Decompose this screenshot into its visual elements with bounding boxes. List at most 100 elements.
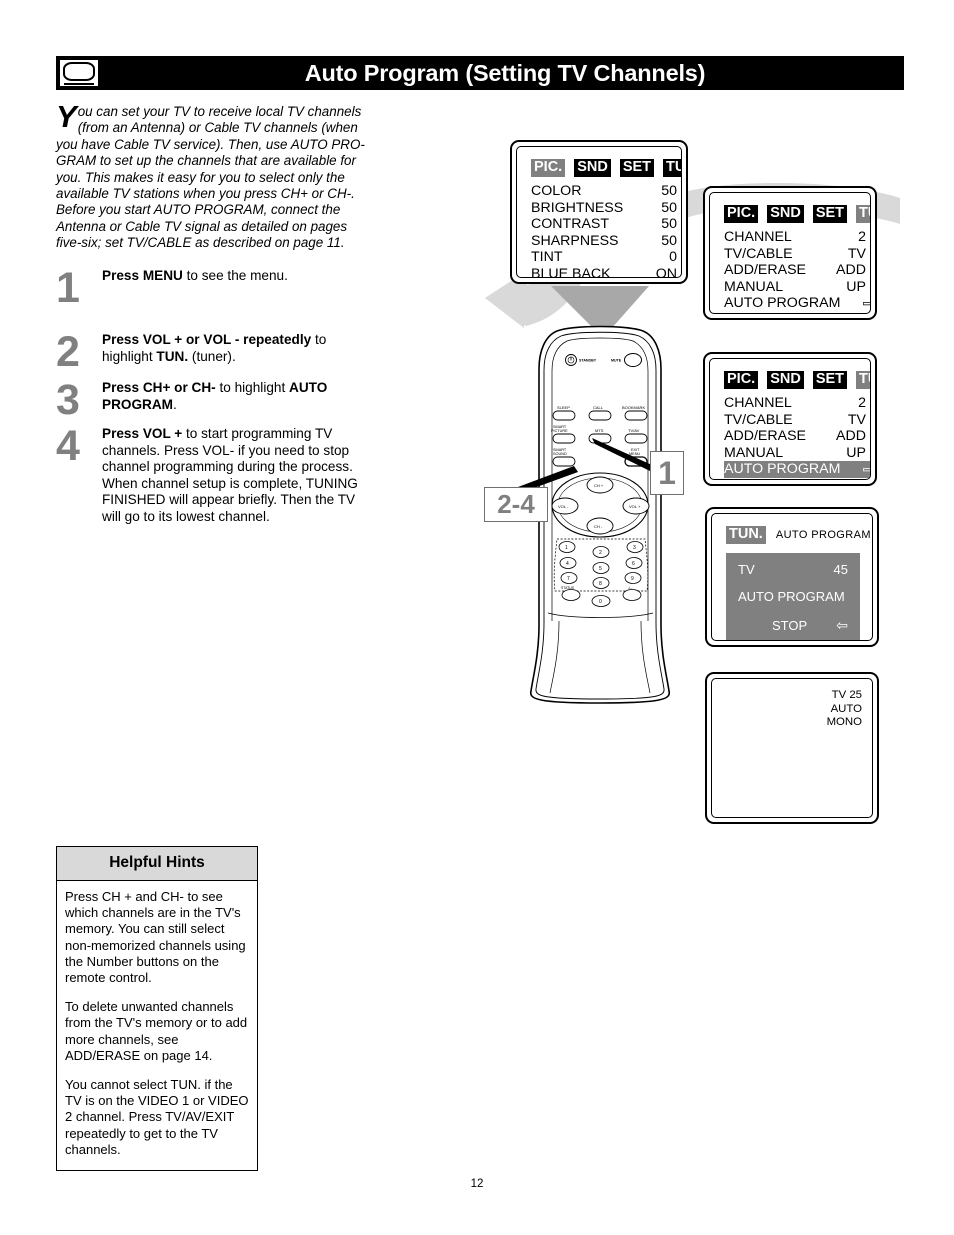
menu-row-channel[interactable]: CHANNEL 2 bbox=[724, 395, 870, 412]
auto-program-title: AUTO PROGRAM bbox=[775, 529, 871, 541]
remote-label-call: CALL bbox=[593, 405, 604, 410]
step-3-body: Press CH+ or CH- to highlight AUTO PROGR… bbox=[102, 380, 376, 413]
menu-value-tv-cable: TV bbox=[847, 245, 866, 262]
callout-step-1: 1 bbox=[650, 451, 684, 495]
step-4-bold: Press VOL + bbox=[102, 426, 183, 441]
auto-program-header: TUN. AUTO PROGRAM bbox=[712, 514, 872, 544]
tab-pic[interactable]: PIC. bbox=[724, 205, 759, 223]
menu-label-manual: MANUAL bbox=[724, 444, 784, 461]
menu-label-sharpness: SHARPNESS bbox=[531, 232, 619, 249]
hint-paragraph-2: To delete unwanted channels from the TV'… bbox=[65, 999, 248, 1063]
step-3-bold-1: Press CH+ or CH- bbox=[102, 380, 216, 395]
page-title: Auto Program (Setting TV Channels) bbox=[304, 60, 706, 86]
svg-text:9: 9 bbox=[631, 576, 634, 582]
menu-row-brightness[interactable]: BRIGHTNESS 50 bbox=[531, 200, 681, 217]
tab-tun[interactable]: TUN. bbox=[856, 371, 870, 389]
step-2: 2 Press VOL + or VOL - repeatedly to hig… bbox=[56, 328, 376, 376]
osd-line-channel: TV 25 bbox=[831, 689, 862, 701]
menu-row-color[interactable]: COLOR 50 bbox=[531, 183, 681, 200]
tv-screen-auto-program-inner: TUN. AUTO PROGRAM TV 45 AUTO PROGRAM STO… bbox=[711, 513, 873, 641]
tv-screen-tuner-menu-highlighted: PIC. SND SET TUN. CHANNEL 2 TV/CABLE TV … bbox=[703, 352, 877, 486]
menu-value-blue-back: ON bbox=[655, 265, 677, 278]
menu-value-sharpness: 50 bbox=[661, 232, 677, 249]
remote-standby-label: STANDBY bbox=[579, 359, 597, 363]
menu-row-add-erase[interactable]: ADD/ERASE ADD bbox=[724, 428, 870, 445]
tab-snd[interactable]: SND bbox=[767, 371, 804, 389]
step-4-number: 4 bbox=[56, 422, 80, 470]
step-2-rest-2: (tuner). bbox=[188, 348, 236, 364]
menu-label-channel: CHANNEL bbox=[724, 395, 792, 411]
intro-text: ou can set your TV to receive local TV c… bbox=[56, 104, 365, 251]
step-3: 3 Press CH+ or CH- to highlight AUTO PRO… bbox=[56, 379, 376, 422]
step-1-body: Press MENU to see the menu. bbox=[102, 268, 376, 285]
svg-text:3: 3 bbox=[633, 545, 636, 551]
tab-set[interactable]: SET bbox=[812, 205, 848, 223]
tv-screen-tuner-hl-inner: PIC. SND SET TUN. CHANNEL 2 TV/CABLE TV … bbox=[709, 358, 871, 480]
auto-program-stop-label: STOP bbox=[772, 618, 808, 633]
svg-text:5: 5 bbox=[599, 566, 602, 572]
step-2-number: 2 bbox=[56, 328, 80, 376]
menu-row-tv-cable[interactable]: TV/CABLE TV bbox=[724, 246, 870, 263]
svg-text:8: 8 bbox=[599, 581, 602, 587]
menu-row-tint[interactable]: TINT 0 bbox=[531, 249, 681, 266]
step-1: 1 Press MENU to see the menu. bbox=[56, 267, 376, 310]
menu-label-channel: CHANNEL bbox=[724, 229, 792, 245]
menu-tab-bar-tuner-hl: PIC. SND SET TUN. bbox=[710, 359, 870, 389]
picture-menu-rows: COLOR 50 BRIGHTNESS 50 CONTRAST 50 SHARP… bbox=[517, 177, 681, 278]
menu-row-auto-program[interactable]: AUTO PROGRAM ⇨ bbox=[724, 295, 870, 312]
tab-tun[interactable]: TUN. bbox=[726, 526, 766, 544]
menu-label-brightness: BRIGHTNESS bbox=[531, 199, 624, 216]
menu-label-auto-program: AUTO PROGRAM bbox=[724, 295, 841, 312]
svg-text:2: 2 bbox=[599, 550, 602, 556]
menu-value-channel: 2 bbox=[858, 395, 866, 411]
steps-list: 1 Press MENU to see the menu. 2 Press VO… bbox=[56, 267, 376, 526]
step-2-bold-1: Press VOL + or VOL - repeatedly bbox=[102, 332, 312, 347]
tv-icon bbox=[58, 58, 100, 88]
menu-tab-bar-picture: PIC. SND SET TUN. bbox=[517, 147, 681, 177]
menu-value-manual: UP bbox=[846, 278, 866, 295]
tv-screen-tuner-inner: PIC. SND SET TUN. CHANNEL 2 TV/CABLE TV … bbox=[709, 192, 871, 314]
menu-row-blue-back[interactable]: BLUE BACK ON bbox=[531, 265, 681, 278]
tuner-menu-rows: CHANNEL 2 TV/CABLE TV ADD/ERASE ADD MANU… bbox=[710, 223, 870, 312]
tv-screen-picture-inner: PIC. SND SET TUN. COLOR 50 BRIGHTNESS 50… bbox=[516, 146, 682, 278]
hint-paragraph-1: Press CH + and CH- to see which channels… bbox=[65, 889, 246, 986]
helpful-hints-body: Press CH + and CH- to see which channels… bbox=[57, 881, 257, 1170]
osd-line-mono: MONO bbox=[826, 716, 862, 729]
menu-label-manual: MANUAL bbox=[724, 278, 784, 295]
menu-row-manual[interactable]: MANUAL UP bbox=[724, 279, 870, 296]
intro-dropcap: Y bbox=[56, 99, 77, 134]
menu-value-add-erase: ADD bbox=[836, 262, 866, 279]
step-1-bold: Press MENU bbox=[102, 268, 183, 283]
svg-text:7: 7 bbox=[567, 576, 570, 582]
auto-program-source-row: TV 45 bbox=[738, 561, 848, 578]
remote-label-sleep: SLEEP bbox=[557, 405, 570, 410]
tab-tun[interactable]: TUN. bbox=[856, 205, 870, 223]
tab-snd[interactable]: SND bbox=[574, 159, 611, 177]
menu-value-color: 50 bbox=[661, 183, 677, 199]
tab-snd[interactable]: SND bbox=[767, 205, 804, 223]
helpful-hints-box: Helpful Hints Press CH + and CH- to see … bbox=[56, 846, 258, 1172]
menu-label-tv-cable: TV/CABLE bbox=[724, 245, 793, 262]
menu-row-tv-cable[interactable]: TV/CABLE TV bbox=[724, 412, 870, 429]
tuner-menu-hl-rows: CHANNEL 2 TV/CABLE TV ADD/ERASE ADD MANU… bbox=[710, 389, 870, 478]
step-2-bold-2: TUN. bbox=[156, 348, 189, 364]
menu-row-manual[interactable]: MANUAL UP bbox=[724, 445, 870, 462]
tab-pic[interactable]: PIC. bbox=[724, 371, 759, 389]
menu-row-add-erase[interactable]: ADD/ERASE ADD bbox=[724, 262, 870, 279]
menu-value-brightness: 50 bbox=[661, 199, 677, 216]
callout-steps-2-4: 2-4 bbox=[484, 487, 548, 522]
step-4-body: Press VOL + to start programming TV chan… bbox=[102, 426, 376, 526]
tab-set[interactable]: SET bbox=[812, 371, 848, 389]
menu-row-contrast[interactable]: CONTRAST 50 bbox=[531, 216, 681, 233]
menu-label-color: COLOR bbox=[531, 183, 582, 199]
tab-pic[interactable]: PIC. bbox=[531, 159, 566, 177]
menu-label-tv-cable: TV/CABLE bbox=[724, 411, 793, 428]
auto-program-stop-row[interactable]: STOP ⇦ bbox=[738, 605, 848, 634]
menu-row-channel[interactable]: CHANNEL 2 bbox=[724, 229, 870, 246]
menu-row-auto-program-selected[interactable]: AUTO PROGRAM ⇨ bbox=[724, 461, 870, 478]
tab-tun[interactable]: TUN. bbox=[663, 159, 681, 177]
menu-label-auto-program: AUTO PROGRAM bbox=[724, 461, 841, 478]
step-1-rest: to see the menu. bbox=[182, 268, 288, 283]
tab-set[interactable]: SET bbox=[619, 159, 655, 177]
menu-row-sharpness[interactable]: SHARPNESS 50 bbox=[531, 233, 681, 250]
